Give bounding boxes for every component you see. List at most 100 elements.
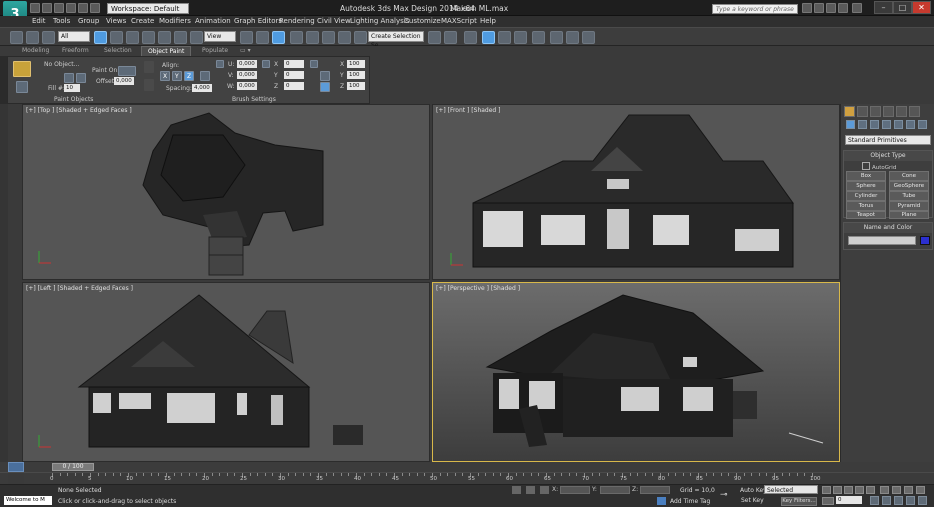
lights-icon[interactable] (870, 120, 879, 129)
select-by-name-icon[interactable] (110, 31, 123, 44)
absolute-mode-icon[interactable] (540, 486, 549, 494)
maximize-icon[interactable]: □ (893, 1, 912, 14)
display-tab-icon[interactable] (896, 106, 907, 117)
schematic-view-icon[interactable] (514, 31, 527, 44)
scale-x-field[interactable]: 100 (347, 60, 365, 68)
select-object-icon[interactable] (94, 31, 107, 44)
snaps-toggle-icon[interactable] (290, 31, 303, 44)
percent-snap-icon[interactable] (322, 31, 335, 44)
pick-object-icon[interactable] (64, 73, 74, 83)
menu-edit[interactable]: Edit (32, 17, 46, 25)
offset-field[interactable]: 0,000 (114, 77, 134, 85)
brush-settings-group-label[interactable]: Brush Settings (232, 96, 276, 103)
paint-object-label[interactable]: No Object... (44, 61, 79, 68)
time-config-icon[interactable] (918, 496, 927, 505)
open-file-icon[interactable] (42, 3, 52, 13)
bind-space-warp-icon[interactable] (42, 31, 55, 44)
maximize-viewport-icon[interactable] (906, 496, 915, 505)
viewport-perspective[interactable]: [+] [Perspective ] [Shaded ] (432, 282, 840, 462)
rot-y-field[interactable]: 0 (284, 71, 304, 79)
move-icon[interactable] (158, 31, 171, 44)
save-file-icon[interactable] (54, 3, 64, 13)
zoom-all-icon[interactable] (892, 486, 901, 494)
mirror-icon[interactable] (428, 31, 441, 44)
set-key-button[interactable]: Set Key (741, 497, 764, 504)
go-to-start-icon[interactable] (822, 486, 831, 494)
edit-named-selection-icon[interactable] (354, 31, 367, 44)
new-file-icon[interactable] (30, 3, 40, 13)
zoom-icon[interactable] (880, 486, 889, 494)
tab-freeform[interactable]: Freeform (62, 47, 89, 54)
object-color-swatch[interactable] (920, 236, 930, 245)
name-and-color-title[interactable]: Name and Color (844, 223, 932, 233)
menu-create[interactable]: Create (131, 17, 154, 25)
select-manipulate-icon[interactable] (256, 31, 269, 44)
field-of-view-icon[interactable] (870, 496, 879, 505)
cross-icon[interactable] (144, 79, 154, 91)
motion-tab-icon[interactable] (883, 106, 894, 117)
scale-axis-icon[interactable] (310, 60, 318, 68)
sphere-button[interactable]: Sphere (846, 181, 886, 191)
menu-views[interactable]: Views (106, 17, 126, 25)
autogrid-checkbox[interactable]: AutoGrid (862, 162, 896, 171)
menu-maxscript[interactable]: MAXScript (441, 17, 477, 25)
align-icon[interactable] (444, 31, 457, 44)
curve-editor-icon[interactable] (498, 31, 511, 44)
cone-button[interactable]: Cone (889, 171, 929, 181)
keyboard-shortcut-icon[interactable] (272, 31, 285, 44)
align-z-button[interactable]: Z (184, 71, 194, 81)
undo-icon[interactable] (66, 3, 76, 13)
link-icon[interactable] (10, 31, 23, 44)
tab-modeling[interactable]: Modeling (22, 47, 49, 54)
menu-tools[interactable]: Tools (53, 17, 70, 25)
viewport-left[interactable]: [+] [Left ] [Shaded + Edged Faces ] (22, 282, 430, 462)
paint-on-dropdown[interactable] (118, 66, 136, 76)
scale-lock-icon[interactable] (320, 71, 330, 81)
key-filters-button[interactable]: Key Filters... (781, 497, 817, 506)
align-y-button[interactable]: Y (172, 71, 182, 81)
menu-rendering[interactable]: Rendering (279, 17, 315, 25)
selection-filter-dropdown[interactable]: All (58, 31, 90, 42)
modify-tab-icon[interactable] (857, 106, 868, 117)
time-slider[interactable]: 0 / 100 (0, 462, 934, 472)
tube-button[interactable]: Tube (889, 191, 929, 201)
helpers-icon[interactable] (894, 120, 903, 129)
spacing-field[interactable]: 4,000 (192, 84, 212, 92)
align-normal-icon[interactable] (200, 71, 210, 81)
zoom-extents-icon[interactable] (904, 486, 913, 494)
z-coord-field[interactable] (640, 486, 670, 494)
check-icon[interactable] (144, 61, 154, 73)
menu-animation[interactable]: Animation (195, 17, 231, 25)
zoom-extents-all-icon[interactable] (916, 486, 925, 494)
layer-manager-icon[interactable] (464, 31, 477, 44)
workspace-dropdown[interactable]: Workspace: Default (107, 3, 189, 14)
torus-button[interactable]: Torus (846, 201, 886, 211)
fill-icon[interactable] (16, 81, 28, 93)
play-icon[interactable] (844, 486, 853, 494)
track-bar[interactable]: 0 5 10 15 20 25 30 35 40 45 50 55 60 65 70 75 80 85 90 95 10… (0, 472, 934, 485)
key-mode-icon[interactable] (822, 497, 834, 505)
key-icon[interactable]: ⊸ (720, 490, 734, 500)
favorites-icon[interactable] (838, 3, 848, 13)
project-folder-icon[interactable] (90, 3, 100, 13)
pan-icon[interactable] (882, 496, 891, 505)
render-setup-icon[interactable] (550, 31, 563, 44)
scale-icon[interactable] (190, 31, 203, 44)
rotate-icon[interactable] (174, 31, 187, 44)
space-warps-icon[interactable] (906, 120, 915, 129)
subscription-icon[interactable] (814, 3, 824, 13)
menu-help[interactable]: Help (480, 17, 496, 25)
reference-coordinate-dropdown[interactable]: View (204, 31, 236, 42)
object-list-icon[interactable] (76, 73, 86, 83)
rot-z-field[interactable]: 0 (284, 82, 304, 90)
binoculars-icon[interactable] (802, 3, 812, 13)
rectangular-selection-icon[interactable] (126, 31, 139, 44)
auto-key-button[interactable]: Auto Key (740, 487, 767, 494)
communication-icon[interactable] (826, 3, 836, 13)
menu-lighting-analysis[interactable]: Lighting Analysis (350, 17, 409, 25)
align-x-button[interactable]: X (160, 71, 170, 81)
maxscript-listener[interactable]: Welcome to M (4, 496, 52, 505)
object-name-field[interactable] (848, 236, 916, 245)
hierarchy-tab-icon[interactable] (870, 106, 881, 117)
cylinder-button[interactable]: Cylinder (846, 191, 886, 201)
